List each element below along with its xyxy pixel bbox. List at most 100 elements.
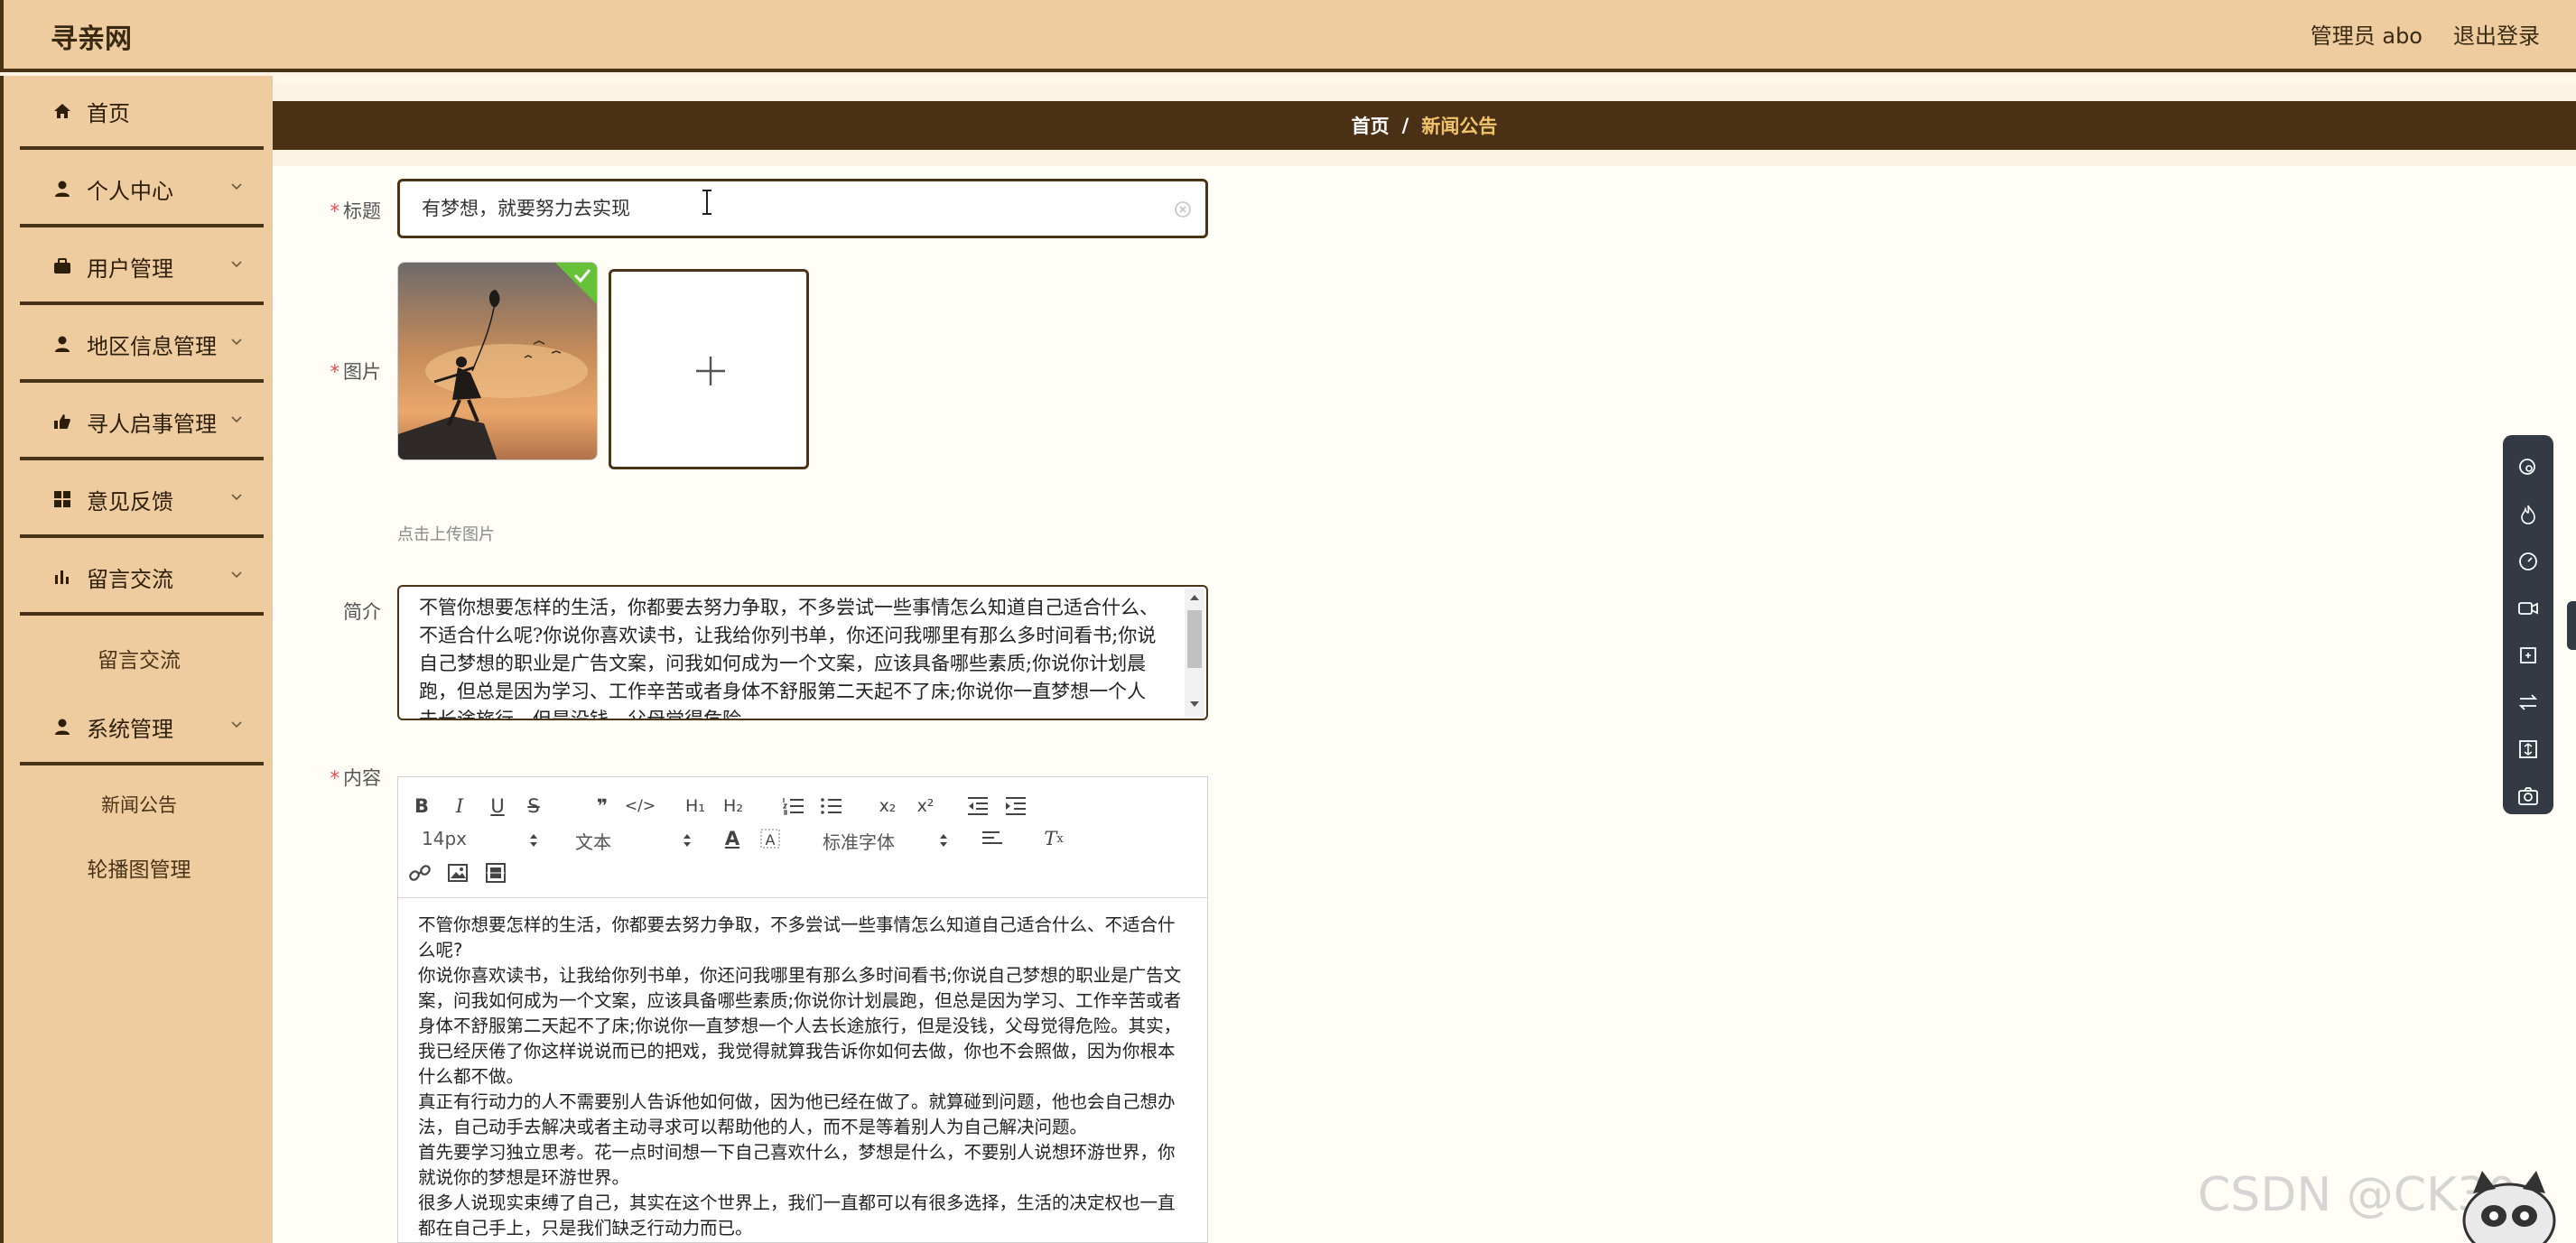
title-input[interactable]: 有梦想，就要努力去实现 — [397, 179, 1208, 238]
chevron-down-icon — [231, 721, 242, 728]
sidebar-item-label: 系统管理 — [87, 716, 173, 742]
subscript-button[interactable]: x₂ — [875, 793, 900, 819]
bar-chart-icon — [51, 565, 74, 589]
flame-icon[interactable] — [2517, 504, 2539, 525]
editor-line: 首先要学习独立思考。花一点时间想一下自己喜欢什么，梦想是什么，不要别人说想环游世… — [418, 1142, 1176, 1163]
sidebar-item-personal-center[interactable]: 个人中心 — [20, 153, 264, 227]
chevron-down-icon — [231, 339, 242, 346]
select-arrows-icon — [684, 834, 691, 847]
sidebar-item-missing-person-notices[interactable]: 寻人启事管理 — [20, 386, 264, 460]
select-arrows-icon — [940, 834, 947, 847]
grid-icon — [51, 487, 74, 511]
summary-line: 去长途旅行，但是没钱，父母觉得危险。 — [419, 709, 760, 720]
video-insert-icon[interactable] — [483, 860, 508, 886]
heading-2-button[interactable]: H₂ — [718, 793, 749, 819]
clear-icon[interactable] — [1173, 199, 1193, 219]
crop-icon[interactable] — [2517, 645, 2539, 666]
user-icon — [51, 177, 74, 200]
image-label: * 图片 — [330, 361, 382, 383]
image-insert-icon[interactable] — [445, 860, 470, 886]
scroll-up-arrow-icon[interactable] — [1189, 592, 1200, 603]
bold-button[interactable]: B — [409, 793, 434, 819]
link-icon[interactable] — [407, 860, 432, 886]
expand-icon[interactable] — [2517, 738, 2539, 760]
summary-line: 自己梦想的职业是广告文案，问我如何成为一个文案，应该具备哪些素质;你说你计划晨 — [419, 653, 1147, 674]
blockquote-icon[interactable]: ❞ — [590, 793, 615, 819]
sidebar-item-home[interactable]: 首页 — [20, 76, 264, 150]
upload-image-button[interactable] — [609, 269, 809, 469]
camera-icon[interactable] — [2517, 785, 2539, 807]
scroll-down-arrow-icon[interactable] — [1189, 699, 1200, 710]
title-label: * 标题 — [330, 200, 382, 222]
breadcrumb-separator: / — [1401, 115, 1409, 136]
background-color-icon[interactable]: A — [758, 826, 783, 851]
top-header: 寻亲网 管理员 abo 退出登录 — [0, 0, 2576, 72]
sidebar-item-user-management[interactable]: 用户管理 — [20, 231, 264, 305]
bullet-list-icon[interactable] — [819, 793, 844, 819]
sidebar-subitem-messages[interactable]: 留言交流 — [4, 643, 274, 673]
summary-textarea[interactable]: 不管你想要怎样的生活，你都要去努力争取，不多尝试一些事情怎么知道自己适合什么、 … — [397, 585, 1208, 720]
editor-line: 不管你想要怎样的生活，你都要去努力争取，不多尝试一些事情怎么知道自己适合什么、不… — [418, 914, 1176, 935]
search-screen-icon[interactable] — [2517, 457, 2539, 478]
svg-text:A: A — [766, 831, 776, 849]
editor-line: 真正有行动力的人不需要别人告诉他如何做，因为他已经在做了。就算碰到问题，他也会自… — [418, 1091, 1176, 1112]
sidebar-item-label: 个人中心 — [87, 178, 173, 204]
user-icon — [51, 332, 74, 356]
logout-link[interactable]: 退出登录 — [2453, 18, 2540, 50]
thumbs-up-icon — [51, 410, 74, 433]
swap-arrows-icon[interactable] — [2517, 691, 2539, 713]
editor-line: 我已经厌倦了你这样说说而已的把戏，我觉得就算我告诉你如何去做，你也不会照做，因为… — [418, 1041, 1176, 1062]
sidebar-item-messages[interactable]: 留言交流 — [20, 542, 264, 616]
editor-line: 就说你的梦想是环游世界。 — [418, 1167, 630, 1188]
sidebar-item-region-management[interactable]: 地区信息管理 — [20, 309, 264, 383]
sidebar-item-feedback[interactable]: 意见反馈 — [20, 464, 264, 538]
summary-line: 不管你想要怎样的生活，你都要去努力争取，不多尝试一些事情怎么知道自己适合什么、 — [419, 597, 1158, 618]
align-icon[interactable] — [980, 826, 1005, 851]
text-cursor-icon — [702, 190, 711, 215]
superscript-button[interactable]: x² — [913, 793, 938, 819]
italic-button[interactable]: I — [447, 793, 472, 819]
heading-1-button[interactable]: H₁ — [680, 793, 711, 819]
sidebar-item-label: 地区信息管理 — [87, 333, 217, 359]
sidebar-item-system-management[interactable]: 系统管理 — [20, 691, 264, 765]
summary-line: 跑，但总是因为学习、工作辛苦或者身体不舒服第二天起不了床;你说你一直梦想一个人 — [419, 681, 1147, 702]
chevron-down-icon — [231, 416, 242, 423]
editor-content[interactable]: 不管你想要怎样的生活，你都要去努力争取，不多尝试一些事情怎么知道自己适合什么、不… — [418, 913, 1191, 1241]
sidebar: 首页 个人中心 用户管理 地区信息管理 寻人启事管理 意见反馈 留言交流 留言交… — [0, 76, 273, 1243]
clear-format-button[interactable]: Tx — [1041, 826, 1066, 851]
editor-line: 你说你喜欢读书，让我给你列书单，你还问我哪里有那么多时间看书;你说自己梦想的职业… — [418, 965, 1182, 986]
summary-scrollbar[interactable] — [1185, 589, 1204, 717]
site-brand[interactable]: 寻亲网 — [51, 16, 132, 56]
indent-icon[interactable] — [1003, 793, 1028, 819]
font-family-value: 标准字体 — [823, 831, 895, 853]
code-block-icon[interactable]: </> — [625, 793, 656, 819]
outdent-icon[interactable] — [965, 793, 990, 819]
sidebar-edge-tab[interactable] — [2567, 601, 2576, 650]
admin-user-label[interactable]: 管理员 abo — [2311, 18, 2423, 50]
home-icon — [51, 99, 74, 123]
paragraph-select[interactable]: 文本 — [575, 828, 693, 853]
paragraph-value: 文本 — [575, 831, 611, 853]
ordered-list-icon[interactable] — [781, 793, 806, 819]
font-color-button[interactable]: A — [720, 826, 745, 851]
breadcrumb-current: 新闻公告 — [1421, 116, 1498, 137]
speedometer-icon[interactable] — [2517, 551, 2539, 572]
sidebar-item-label: 首页 — [87, 100, 130, 126]
font-size-select[interactable]: 14px — [422, 828, 539, 853]
underline-button[interactable]: U — [485, 793, 510, 819]
editor-line: 身体不舒服第二天起不了床;你说你一直梦想一个人去长途旅行，但是没钱，父母觉得危险… — [418, 1016, 1182, 1036]
font-family-select[interactable]: 标准字体 — [823, 828, 949, 853]
rich-text-editor: B I U S ❞ </> H₁ H₂ x₂ x² 14px 文本 A A 标准… — [397, 776, 1208, 1243]
scrollbar-thumb[interactable] — [1187, 610, 1202, 668]
sidebar-subitem-news[interactable]: 新闻公告 — [4, 791, 274, 818]
video-camera-icon[interactable] — [2517, 598, 2539, 619]
sidebar-item-label: 用户管理 — [87, 255, 173, 282]
editor-line: 都在自己手上，只是我们缺乏行动力而已。 — [418, 1218, 753, 1238]
breadcrumb-home[interactable]: 首页 — [1352, 112, 1390, 139]
sidebar-subitem-carousel[interactable]: 轮播图管理 — [4, 852, 274, 883]
chevron-down-icon — [231, 571, 242, 579]
plus-icon — [696, 357, 725, 385]
uploaded-image-thumbnail[interactable] — [397, 262, 598, 460]
floating-toolbar — [2503, 435, 2553, 814]
strikethrough-button[interactable]: S — [521, 793, 546, 819]
